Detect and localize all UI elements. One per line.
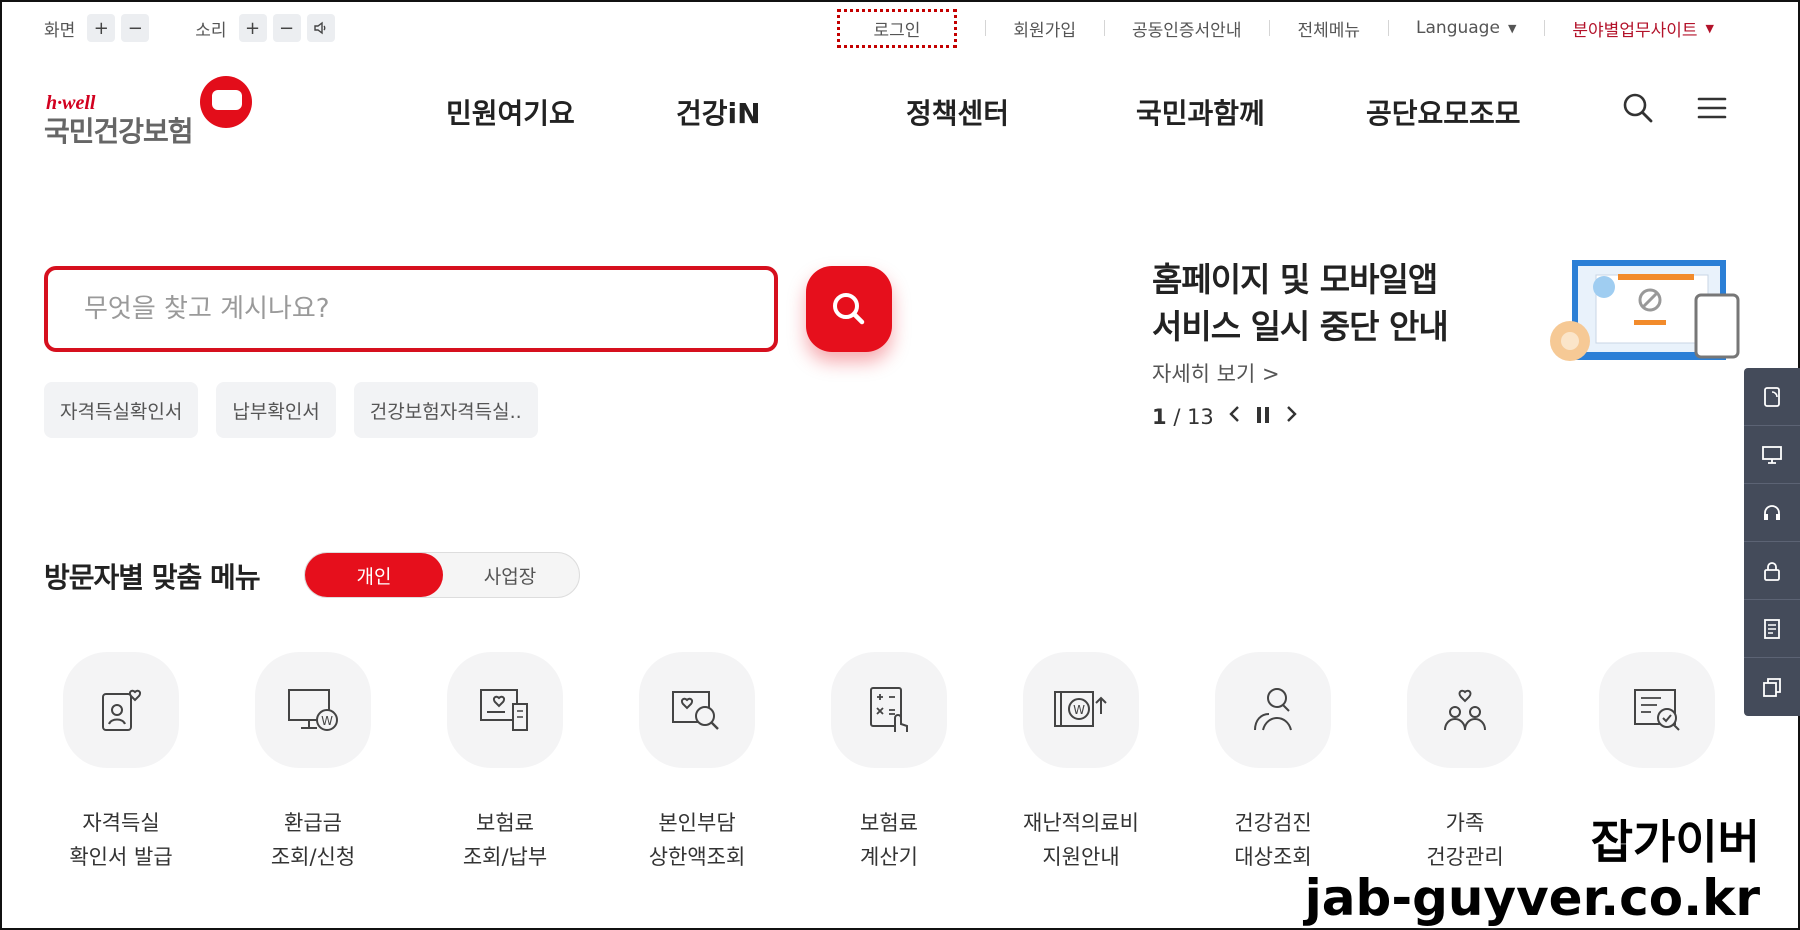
service-item-premium-payment[interactable]: 보험료조회/납부 <box>425 652 585 874</box>
quick-phone-icon[interactable] <box>1744 368 1800 426</box>
service-item-catastrophic-medical[interactable]: W 재난적의료비지원안내 <box>1001 652 1161 874</box>
quick-monitor-icon[interactable] <box>1744 426 1800 484</box>
utility-nav: 로그인 회원가입 공동인증서안내 전체메뉴 Language ▼ 분야별업무사이트… <box>809 8 1743 48</box>
notice-title-line1: 홈페이지 및 모바일앱 <box>1152 260 1438 299</box>
notice-illustration <box>1540 255 1740 375</box>
watermark-korean: 잡가이버 <box>1589 814 1761 871</box>
certificate-guide-link[interactable]: 공동인증서안내 <box>1103 14 1269 42</box>
service-label-line2: 지원안내 <box>1042 845 1120 869</box>
service-label-line1: 보험료 <box>476 811 534 835</box>
all-menu-link[interactable]: 전체메뉴 <box>1269 14 1388 42</box>
pager-total: / 13 <box>1173 404 1214 429</box>
service-label-line2: 조회/납부 <box>462 845 548 869</box>
monitor-won-icon: W <box>255 652 371 768</box>
id-card-heart-icon <box>63 652 179 768</box>
quick-copy-icon[interactable] <box>1744 658 1800 716</box>
search-icon <box>833 293 865 325</box>
pager-current: 1 <box>1152 404 1167 429</box>
chevron-down-icon: ▼ <box>1507 21 1517 35</box>
won-support-icon: W <box>1023 652 1139 768</box>
calculator-icon <box>831 652 947 768</box>
accessibility-controls: 화면 + − 소리 + − <box>44 14 335 42</box>
chevron-down-icon: ▼ <box>1705 21 1714 35</box>
search-field <box>44 266 778 352</box>
screen-zoom-in-button[interactable]: + <box>87 14 116 42</box>
nav-item-health-in[interactable]: 건강iN <box>676 92 761 132</box>
visitor-menu-title: 방문자별 맞춤 메뉴 <box>44 561 261 594</box>
quick-document-icon[interactable] <box>1744 600 1800 658</box>
watermark-url: jab-guyver.co.kr <box>1303 869 1761 927</box>
service-item-refund[interactable]: W 환급금조회/신청 <box>233 652 393 874</box>
pause-icon[interactable] <box>1256 405 1270 429</box>
service-label-line1: 환급금 <box>284 811 342 835</box>
quick-menu <box>1744 368 1800 716</box>
notice-title[interactable]: 홈페이지 및 모바일앱 서비스 일시 중단 안내 <box>1152 256 1449 350</box>
popular-keywords: 자격득실확인서 납부확인서 건강보험자격득실.. <box>44 382 538 438</box>
signup-link[interactable]: 회원가입 <box>985 14 1104 42</box>
quick-headset-icon[interactable] <box>1744 484 1800 542</box>
svg-text:W: W <box>321 714 333 728</box>
login-link[interactable]: 로그인 <box>836 8 958 48</box>
sound-label: 소리 <box>195 20 227 41</box>
watermark: 잡가이버 jab-guyver.co.kr <box>1303 806 1761 927</box>
search-input[interactable] <box>48 270 774 348</box>
screen-label: 화면 <box>44 20 76 41</box>
nav-item-about[interactable]: 공단요모조모 <box>1366 92 1521 132</box>
service-label-line1: 자격득실 <box>82 811 160 835</box>
search-icon[interactable] <box>1622 92 1654 124</box>
business-sites-label: 분야별업무사이트 <box>1572 20 1698 41</box>
business-sites-dropdown[interactable]: 분야별업무사이트 ▼ <box>1544 14 1742 42</box>
service-label-line2: 조회/신청 <box>270 845 356 869</box>
notice-more-link[interactable]: 자세히 보기 > <box>1152 358 1280 388</box>
speaker-icon[interactable] <box>306 14 335 42</box>
language-dropdown[interactable]: Language ▼ <box>1388 14 1544 42</box>
hamburger-menu-icon[interactable] <box>1696 92 1728 124</box>
search-heart-icon <box>639 652 755 768</box>
service-item-eligibility[interactable]: 자격득실확인서 발급 <box>41 652 201 874</box>
service-label-line1: 보험료 <box>860 811 918 835</box>
service-item-copay-limit[interactable]: 본인부담상한액조회 <box>617 652 777 874</box>
nav-item-with-citizens[interactable]: 국민과함께 <box>1136 92 1265 132</box>
keyword-chip[interactable]: 건강보험자격득실.. <box>353 382 538 438</box>
notice-pager: 1 / 13 <box>1152 404 1298 429</box>
keyword-chip[interactable]: 납부확인서 <box>216 382 336 438</box>
service-label-line2: 상한액조회 <box>648 845 746 869</box>
person-search-icon <box>1215 652 1331 768</box>
language-label: Language <box>1416 18 1500 38</box>
next-arrow-icon[interactable] <box>1284 404 1298 429</box>
svg-text:W: W <box>1073 703 1085 717</box>
sound-down-button[interactable]: − <box>272 14 301 42</box>
family-heart-icon <box>1407 652 1523 768</box>
service-label-line1: 재난적의료비 <box>1023 811 1139 835</box>
sound-up-button[interactable]: + <box>238 14 267 42</box>
tab-personal[interactable]: 개인 <box>305 553 443 597</box>
tab-business[interactable]: 사업장 <box>441 553 579 597</box>
screen-zoom-out-button[interactable]: − <box>121 14 150 42</box>
quick-lock-icon[interactable] <box>1744 542 1800 600</box>
nav-item-civil[interactable]: 민원여기요 <box>446 92 575 132</box>
service-label-line1: 본인부담 <box>658 811 736 835</box>
visitor-type-toggle: 개인 사업장 <box>304 552 580 598</box>
main-nav: 민원여기요 건강iN 정책센터 국민과함께 공단요모조모 <box>0 92 1800 132</box>
receipt-heart-icon <box>447 652 563 768</box>
service-item-document-check[interactable] <box>1577 652 1737 806</box>
search-button[interactable] <box>806 266 892 352</box>
document-check-icon <box>1599 652 1715 768</box>
keyword-chip[interactable]: 자격득실확인서 <box>44 382 199 438</box>
service-label-line2: 계산기 <box>860 845 918 869</box>
nav-item-policy[interactable]: 정책센터 <box>906 92 1009 132</box>
service-label-line2: 확인서 발급 <box>69 845 173 869</box>
prev-arrow-icon[interactable] <box>1228 404 1242 429</box>
service-item-premium-calculator[interactable]: 보험료계산기 <box>809 652 969 874</box>
notice-title-line2: 서비스 일시 중단 안내 <box>1152 307 1449 346</box>
